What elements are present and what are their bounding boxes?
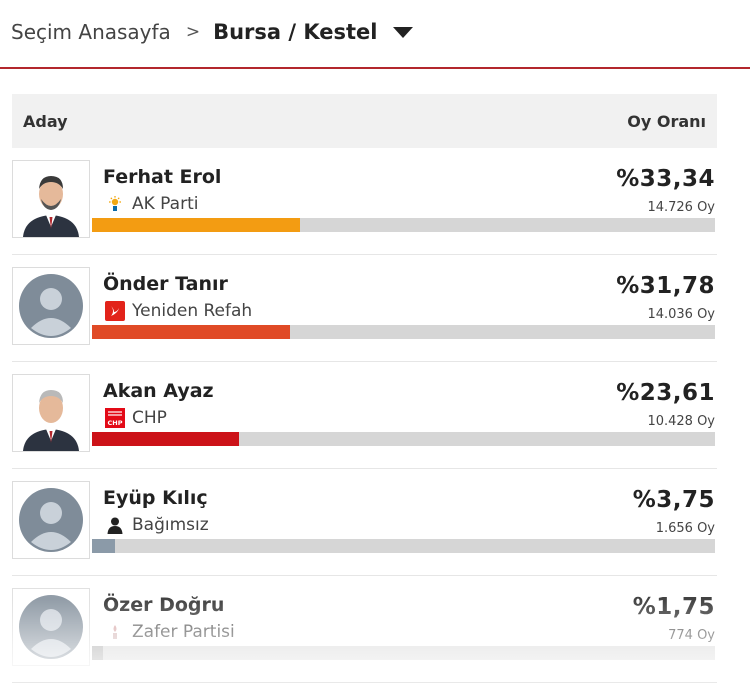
vote-count: 14.726 Oy [647,200,715,215]
candidate-avatar [12,588,90,666]
candidate-row[interactable]: Özer Doğru Zafer Partisi %1,75 774 Oy [12,576,717,683]
vote-share-bar-fill [92,646,103,660]
vote-share-bar-fill [92,218,300,232]
candidate-party: Zafer Partisi [105,622,235,642]
vote-share-bar-fill [92,325,290,339]
zafer-partisi-logo-icon [105,622,125,642]
vote-share-bar-track [92,218,715,232]
vote-share-bar-track [92,646,715,660]
vote-share-bar-fill [92,539,116,553]
column-header-vote-share: Oy Oranı [627,111,706,131]
vote-percentage: %31,78 [616,273,715,299]
chp-logo-icon: CHP [105,408,125,428]
candidate-name: Ferhat Erol [103,166,222,188]
vote-share-bar-fill [92,432,240,446]
candidate-row[interactable]: Önder Tanır Yeniden Refah %31,78 14.036 Oy [12,255,717,362]
yeniden-refah-logo-icon [105,301,125,321]
vote-share-bar-track [92,325,715,339]
candidate-avatar [12,374,90,452]
svg-text:CHP: CHP [108,419,123,427]
candidate-name: Önder Tanır [103,273,228,295]
party-name: Bağımsız [132,515,209,535]
vote-share-bar-track [92,539,715,553]
header-divider [0,67,750,69]
location-dropdown-caret-icon[interactable] [393,26,414,38]
candidate-party: AK Parti [105,194,198,214]
candidate-party: Bağımsız [105,515,209,535]
results-table: Aday Oy Oranı Ferhat Erol AK Parti %33,34 1… [12,94,717,683]
breadcrumb: Seçim Anasayfa > Bursa / Kestel [11,14,414,50]
candidate-name: Akan Ayaz [103,380,214,402]
breadcrumb-separator: > [185,22,201,42]
vote-count: 10.428 Oy [647,414,715,429]
vote-count: 14.036 Oy [647,307,715,322]
party-name: CHP [132,408,167,428]
party-name: Yeniden Refah [132,301,253,321]
vote-count: 774 Oy [668,628,715,643]
candidate-row[interactable]: Akan Ayaz CHP CHP %23,61 10.428 Oy [12,362,717,469]
candidate-party: CHP CHP [105,408,167,428]
vote-percentage: %3,75 [632,487,715,513]
candidate-party: Yeniden Refah [105,301,252,321]
candidate-row[interactable]: Ferhat Erol AK Parti %33,34 14.726 Oy [12,148,717,255]
candidate-name: Özer Doğru [103,594,225,616]
candidate-name: Eyüp Kılıç [103,487,208,509]
vote-percentage: %23,61 [616,380,715,406]
person-icon [105,515,125,535]
candidate-avatar [12,160,90,238]
party-name: AK Parti [132,194,199,214]
party-name: Zafer Partisi [132,622,235,642]
vote-count: 1.656 Oy [655,521,715,536]
table-header: Aday Oy Oranı [12,94,717,148]
vote-percentage: %33,34 [616,166,715,192]
column-header-candidate: Aday [23,111,68,131]
ak-parti-logo-icon [105,194,125,214]
candidate-avatar [12,481,90,559]
candidate-row[interactable]: Eyüp Kılıç Bağımsız %3,75 1.656 Oy [12,469,717,576]
breadcrumb-home-link[interactable]: Seçim Anasayfa [11,20,171,44]
vote-percentage: %1,75 [632,594,715,620]
breadcrumb-current-location[interactable]: Bursa / Kestel [213,20,377,44]
candidate-list: Ferhat Erol AK Parti %33,34 14.726 Oy Önder … [12,148,717,683]
vote-share-bar-track [92,432,715,446]
candidate-avatar [12,267,90,345]
